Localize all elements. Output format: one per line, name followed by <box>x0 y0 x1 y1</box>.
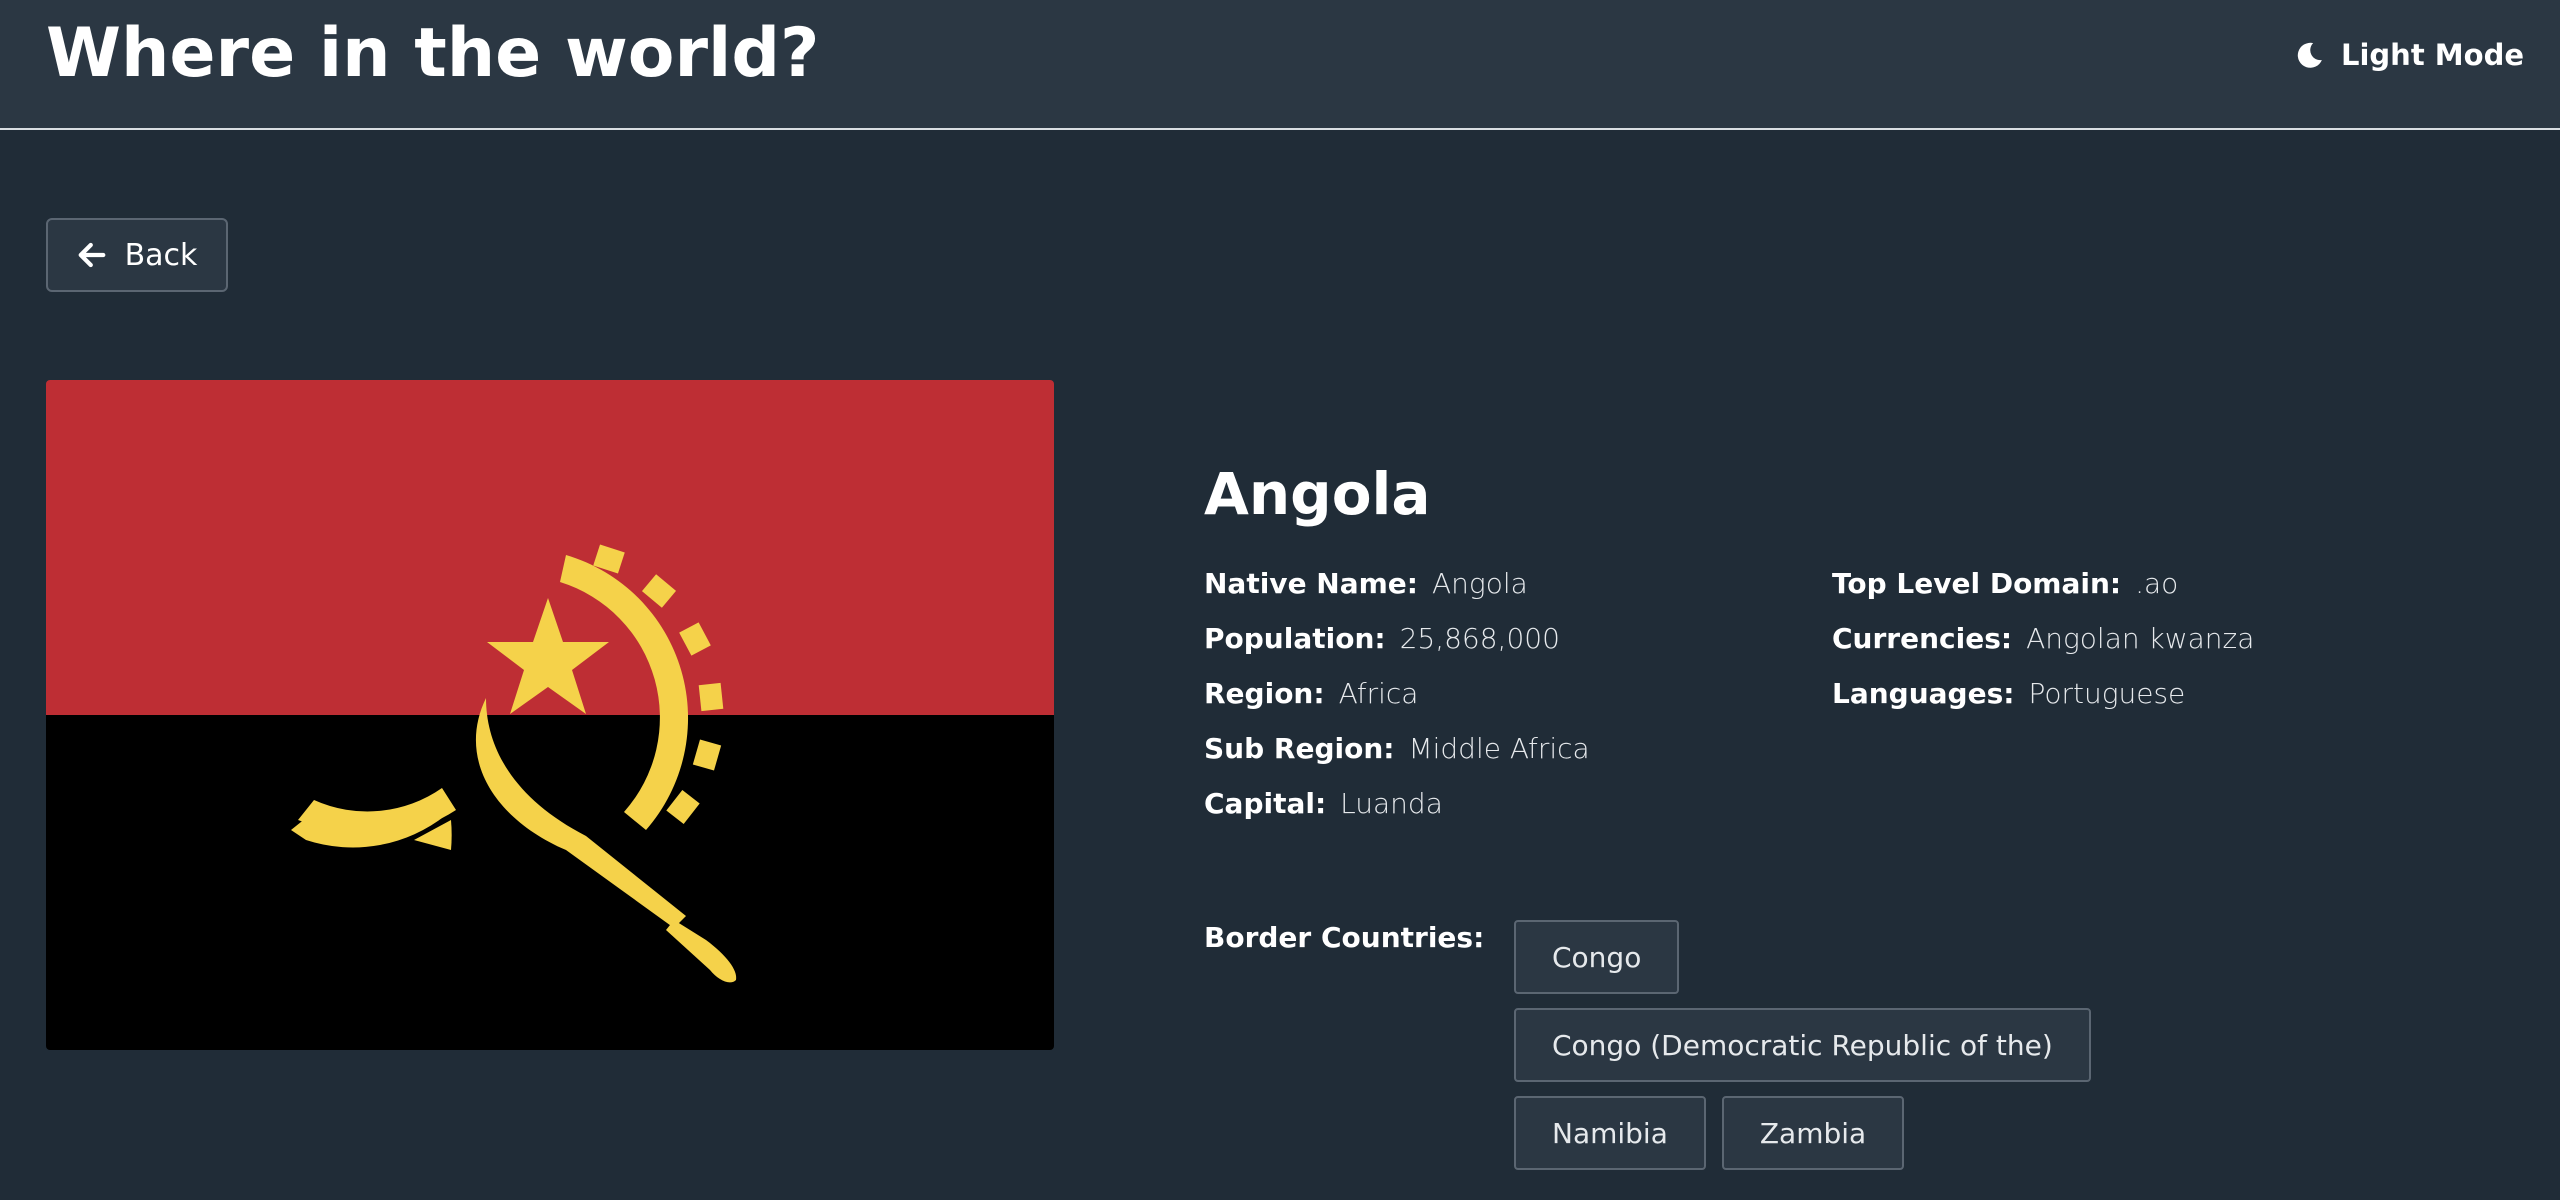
theme-toggle-label: Light Mode <box>2341 38 2524 72</box>
region-row: Region: Africa <box>1204 666 1832 721</box>
native-name-row: Native Name: Angola <box>1204 556 1832 611</box>
detail-label: Region: <box>1204 677 1325 710</box>
country-details: Angola Native Name: Angola Population: 25,… <box>1204 460 2404 831</box>
country-flag <box>46 380 1054 1050</box>
detail-label: Currencies: <box>1832 622 2013 655</box>
theme-toggle-button[interactable]: Light Mode <box>2295 34 2524 76</box>
detail-label: Sub Region: <box>1204 732 1395 765</box>
sub-region-row: Sub Region: Middle Africa <box>1204 721 1832 776</box>
country-name: Angola <box>1204 460 1431 528</box>
detail-value: Portuguese <box>2028 677 2186 710</box>
border-country-button[interactable]: Congo (Democratic Republic of the) <box>1514 1008 2091 1082</box>
border-countries-label: Border Countries: <box>1204 921 1485 954</box>
top-level-domain-row: Top Level Domain: .ao <box>1832 556 2392 611</box>
detail-value: Africa <box>1338 677 1419 710</box>
moon-icon <box>2295 40 2325 70</box>
app-title: Where in the world? <box>46 14 820 93</box>
back-button-label: Back <box>124 237 198 273</box>
arrow-left-icon <box>77 240 107 270</box>
detail-value: 25,868,000 <box>1399 622 1560 655</box>
languages-row: Languages: Portuguese <box>1832 666 2392 721</box>
population-row: Population: 25,868,000 <box>1204 611 1832 666</box>
detail-value: Angola <box>1432 567 1528 600</box>
border-countries: Border Countries: Congo Congo (Democrati… <box>1204 920 2504 1170</box>
detail-label: Native Name: <box>1204 567 1418 600</box>
detail-value: Luanda <box>1340 787 1443 820</box>
detail-label: Languages: <box>1832 677 2015 710</box>
border-country-list: Congo Congo (Democratic Republic of the)… <box>1514 920 2254 1170</box>
currencies-row: Currencies: Angolan kwanza <box>1832 611 2392 666</box>
detail-value: Angolan kwanza <box>2026 622 2255 655</box>
detail-label: Population: <box>1204 622 1386 655</box>
detail-label: Capital: <box>1204 787 1327 820</box>
detail-value: Middle Africa <box>1408 732 1590 765</box>
site-header: Where in the world? Light Mode <box>0 0 2560 130</box>
details-left-column: Native Name: Angola Population: 25,868,000… <box>1204 556 1832 831</box>
details-right-column: Top Level Domain: .ao Currencies: Angolan … <box>1832 556 2392 831</box>
border-country-button[interactable]: Namibia <box>1514 1096 1706 1170</box>
detail-value: .ao <box>2135 567 2179 600</box>
back-button[interactable]: Back <box>46 218 228 292</box>
detail-label: Top Level Domain: <box>1832 567 2122 600</box>
border-country-button[interactable]: Zambia <box>1721 1096 1905 1170</box>
border-country-button[interactable]: Congo <box>1514 920 1680 994</box>
capital-row: Capital: Luanda <box>1204 776 1832 831</box>
